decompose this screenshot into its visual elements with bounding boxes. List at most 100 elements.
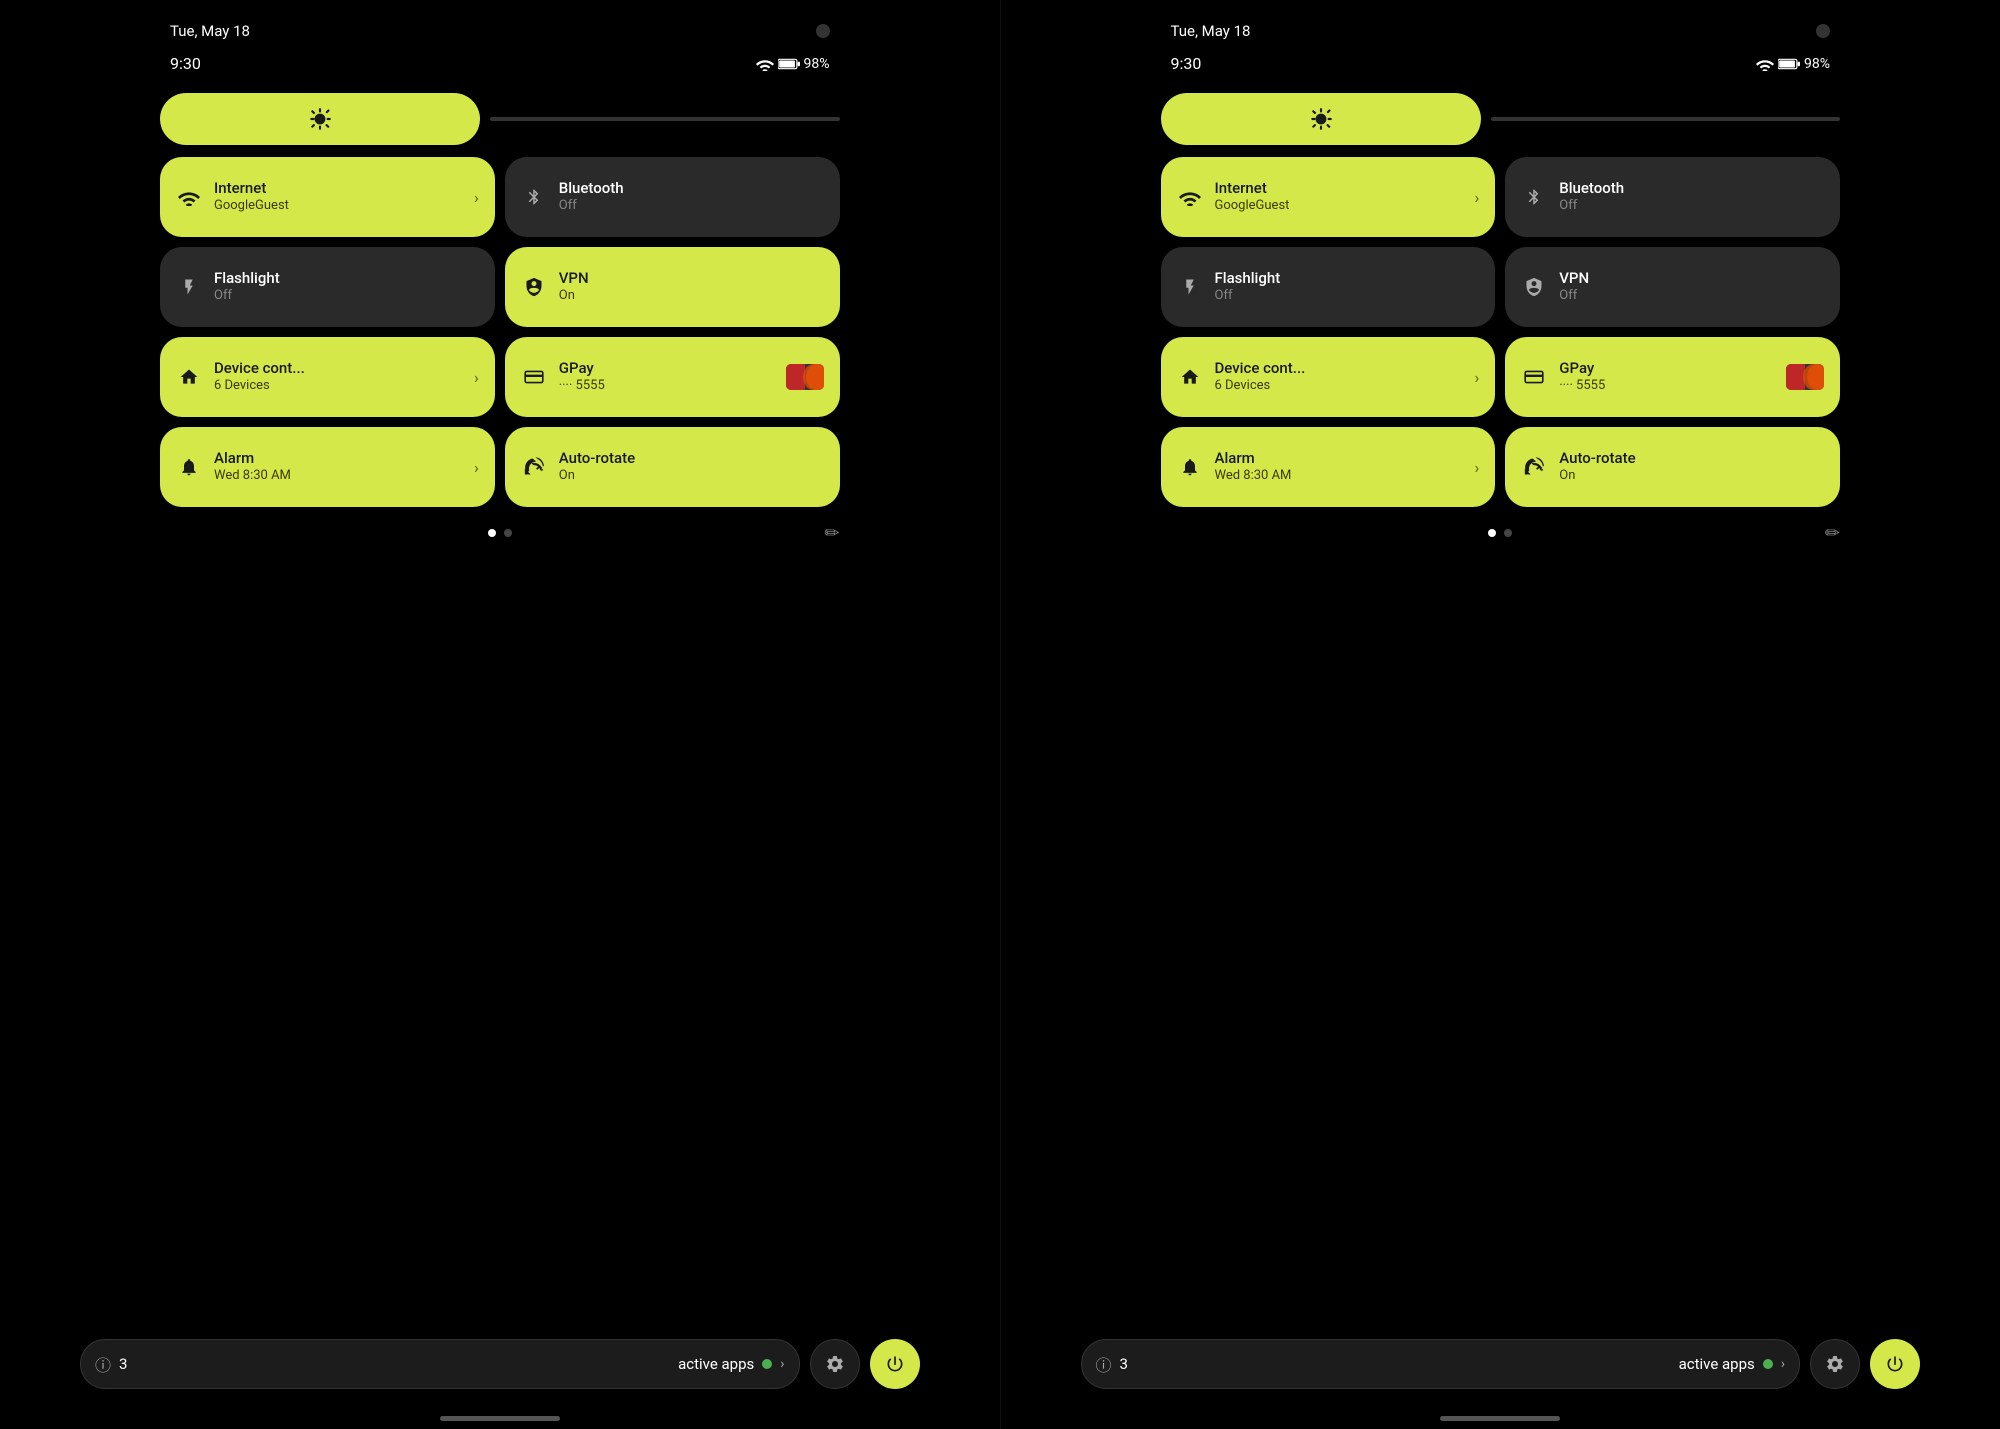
- bluetooth-tile-icon-right: [1521, 184, 1547, 210]
- gpay-text-right: GPay ···· 5555: [1559, 359, 1774, 395]
- brightness-row-left[interactable]: [160, 93, 840, 145]
- battery-pct-left: 98%: [804, 56, 830, 72]
- active-apps-label-right: active apps: [1679, 1355, 1755, 1373]
- dot-1-left: [488, 529, 496, 537]
- date-left: Tue, May 18: [170, 22, 250, 40]
- bluetooth-text-right: Bluetooth Off: [1559, 179, 1824, 215]
- gear-svg-right: [1825, 1354, 1845, 1374]
- internet-subtitle-left: GoogleGuest: [214, 198, 462, 215]
- card-tile-icon-right: [1521, 364, 1547, 390]
- autorotate-tile-left[interactable]: Auto-rotate On: [505, 427, 840, 507]
- chevron-right-left: ›: [780, 1356, 784, 1372]
- bluetooth-tile-left[interactable]: Bluetooth Off: [505, 157, 840, 237]
- vpn-subtitle-left: On: [559, 288, 824, 305]
- dot-2-left: [504, 529, 512, 537]
- internet-text-right: Internet GoogleGuest: [1215, 179, 1463, 215]
- active-apps-label-left: active apps: [678, 1355, 754, 1373]
- home-tile-icon-left: [176, 364, 202, 390]
- bluetooth-title-left: Bluetooth: [559, 179, 824, 199]
- gear-button-left[interactable]: [810, 1339, 860, 1389]
- flashlight-title-left: Flashlight: [214, 269, 479, 289]
- autorotate-tile-right[interactable]: Auto-rotate On: [1505, 427, 1840, 507]
- internet-tile-right[interactable]: Internet GoogleGuest ›: [1161, 157, 1496, 237]
- status-bar-right: Tue, May 18: [1161, 0, 1841, 50]
- alarm-title-right: Alarm: [1215, 449, 1463, 469]
- battery-pct-right: 98%: [1804, 56, 1830, 72]
- alarm-svg-right: [1180, 457, 1200, 477]
- brightness-row-right[interactable]: [1161, 93, 1841, 145]
- vpn-tile-left[interactable]: VPN On: [505, 247, 840, 327]
- device-control-tile-right[interactable]: Device cont... 6 Devices ›: [1161, 337, 1496, 417]
- autorotate-title-right: Auto-rotate: [1559, 449, 1824, 469]
- flashlight-tile-icon-left: [176, 274, 202, 300]
- flashlight-tile-left[interactable]: Flashlight Off: [160, 247, 495, 327]
- vpn-tile-right[interactable]: VPN Off: [1505, 247, 1840, 327]
- brightness-track-right[interactable]: [1491, 117, 1841, 121]
- card-svg-left: [524, 369, 544, 385]
- internet-subtitle-right: GoogleGuest: [1215, 198, 1463, 215]
- active-apps-count-right: 3: [1120, 1355, 1671, 1373]
- tile-grid-left: Internet GoogleGuest › Bluetooth Off: [160, 157, 840, 507]
- gpay-tile-left[interactable]: GPay ···· 5555: [505, 337, 840, 417]
- alarm-tile-left[interactable]: Alarm Wed 8:30 AM ›: [160, 427, 495, 507]
- alarm-tile-right[interactable]: Alarm Wed 8:30 AM ›: [1161, 427, 1496, 507]
- status-icons-left: 98%: [756, 56, 830, 72]
- flashlight-subtitle-left: Off: [214, 288, 479, 305]
- power-button-right[interactable]: [1870, 1339, 1920, 1389]
- edit-icon-right[interactable]: ✏: [1825, 523, 1840, 544]
- flashlight-tile-icon-right: [1177, 274, 1203, 300]
- device-control-tile-left[interactable]: Device cont... 6 Devices ›: [160, 337, 495, 417]
- info-icon-left: ⓘ: [95, 1352, 111, 1376]
- internet-tile-left[interactable]: Internet GoogleGuest ›: [160, 157, 495, 237]
- alarm-text-right: Alarm Wed 8:30 AM: [1215, 449, 1463, 485]
- bluetooth-tile-right[interactable]: Bluetooth Off: [1505, 157, 1840, 237]
- page-dots-left: ✏: [160, 529, 840, 537]
- device-control-chevron-right: ›: [1474, 368, 1479, 387]
- device-control-subtitle-right: 6 Devices: [1215, 378, 1463, 395]
- card-tile-icon-left: [521, 364, 547, 390]
- green-dot-right: [1763, 1359, 1773, 1369]
- active-apps-pill-left[interactable]: ⓘ 3 active apps ›: [80, 1339, 800, 1389]
- brightness-icon-right: [1308, 106, 1334, 132]
- active-apps-pill-right[interactable]: ⓘ 3 active apps ›: [1081, 1339, 1801, 1389]
- rotate-svg-right: [1524, 457, 1544, 477]
- vpn-title-left: VPN: [559, 269, 824, 289]
- alarm-subtitle-left: Wed 8:30 AM: [214, 468, 462, 485]
- bottom-bar-right: ⓘ 3 active apps ›: [1081, 1339, 1921, 1389]
- brightness-pill-left[interactable]: [160, 93, 480, 145]
- gpay-tile-right[interactable]: GPay ···· 5555: [1505, 337, 1840, 417]
- dot-1-right: [1488, 529, 1496, 537]
- edit-icon-left[interactable]: ✏: [824, 523, 839, 544]
- info-icon-right: ⓘ: [1096, 1352, 1112, 1376]
- gpay-card-icon-right: [1786, 364, 1824, 390]
- internet-chevron-right: ›: [1474, 188, 1479, 207]
- rotate-tile-icon-left: [521, 454, 547, 480]
- vpn-svg-left: [524, 277, 544, 297]
- right-panel: Tue, May 18 9:30 98%: [1001, 0, 2000, 1429]
- power-button-left[interactable]: [870, 1339, 920, 1389]
- flashlight-text-left: Flashlight Off: [214, 269, 479, 305]
- gpay-text-left: GPay ···· 5555: [559, 359, 774, 395]
- left-panel: Tue, May 18 9:30 98%: [0, 0, 1000, 1429]
- gear-button-right[interactable]: [1810, 1339, 1860, 1389]
- camera-indicator-left: [816, 24, 830, 38]
- card-svg-right: [1524, 369, 1544, 385]
- gear-svg-left: [825, 1354, 845, 1374]
- flashlight-tile-right[interactable]: Flashlight Off: [1161, 247, 1496, 327]
- bluetooth-subtitle-left: Off: [559, 198, 824, 215]
- battery-icon-right: [1778, 58, 1800, 70]
- alarm-chevron-right: ›: [1474, 458, 1479, 477]
- wifi-tile-icon-left: [176, 184, 202, 210]
- vpn-tile-icon-right: [1521, 274, 1547, 300]
- brightness-pill-right[interactable]: [1161, 93, 1481, 145]
- device-control-subtitle-left: 6 Devices: [214, 378, 462, 395]
- alarm-chevron-left: ›: [474, 458, 479, 477]
- wifi-icon-right: [1756, 57, 1774, 71]
- power-svg-right: [1885, 1354, 1905, 1374]
- rotate-tile-icon-right: [1521, 454, 1547, 480]
- brightness-track-left[interactable]: [490, 117, 840, 121]
- time-left: 9:30: [170, 54, 201, 73]
- time-right: 9:30: [1171, 54, 1202, 73]
- autorotate-text-right: Auto-rotate On: [1559, 449, 1824, 485]
- internet-text-left: Internet GoogleGuest: [214, 179, 462, 215]
